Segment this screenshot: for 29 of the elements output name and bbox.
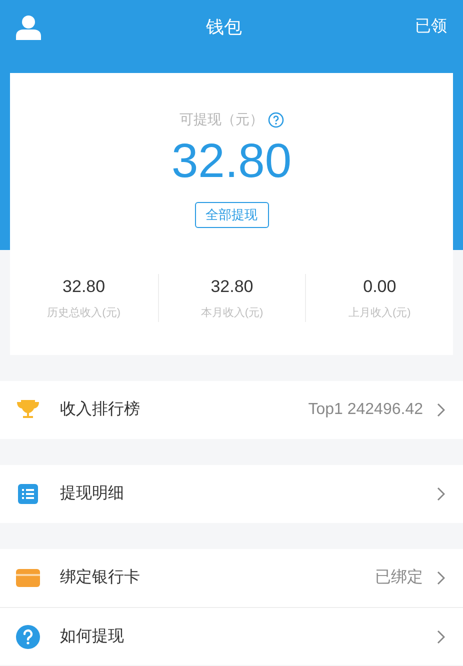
menu-value: Top1 242496.42	[308, 400, 423, 420]
menu-row[interactable]: 绑定银行卡 已绑定	[0, 549, 463, 607]
withdrawable-label: 可提现（元）	[180, 110, 264, 129]
help-icon[interactable]	[268, 112, 284, 128]
stat-label: 上月收入(元)	[348, 306, 411, 321]
chevron-right-icon	[437, 630, 445, 644]
menu-row[interactable]: 如何提现	[0, 607, 463, 665]
chevron-right-icon	[437, 487, 445, 501]
card-icon	[16, 569, 40, 587]
chevron-right-icon	[437, 571, 445, 585]
menu-label: 提现明细	[60, 484, 124, 504]
menu-label: 收入排行榜	[60, 400, 140, 420]
menu-label: 绑定银行卡	[60, 568, 140, 588]
list-icon	[18, 484, 38, 504]
menu-row[interactable]: 收入排行榜 Top1 242496.42	[0, 381, 463, 439]
user-icon[interactable]	[16, 14, 41, 40]
chevron-right-icon	[437, 403, 445, 417]
stat-label: 本月收入(元)	[200, 306, 264, 321]
menu-row[interactable]: 提现明细	[0, 465, 463, 523]
menu-label: 如何提现	[60, 626, 124, 646]
balance-amount: 32.80	[171, 138, 292, 186]
help-icon	[16, 624, 40, 648]
trophy-icon	[16, 399, 40, 421]
menu-value: 已绑定	[375, 568, 423, 588]
stat-value: 32.80	[62, 276, 106, 298]
page-title: 钱包	[206, 16, 242, 38]
stat-label: 历史总收入(元)	[47, 306, 120, 321]
stat-value: 0.00	[363, 276, 396, 298]
stat-value: 32.80	[210, 276, 254, 298]
